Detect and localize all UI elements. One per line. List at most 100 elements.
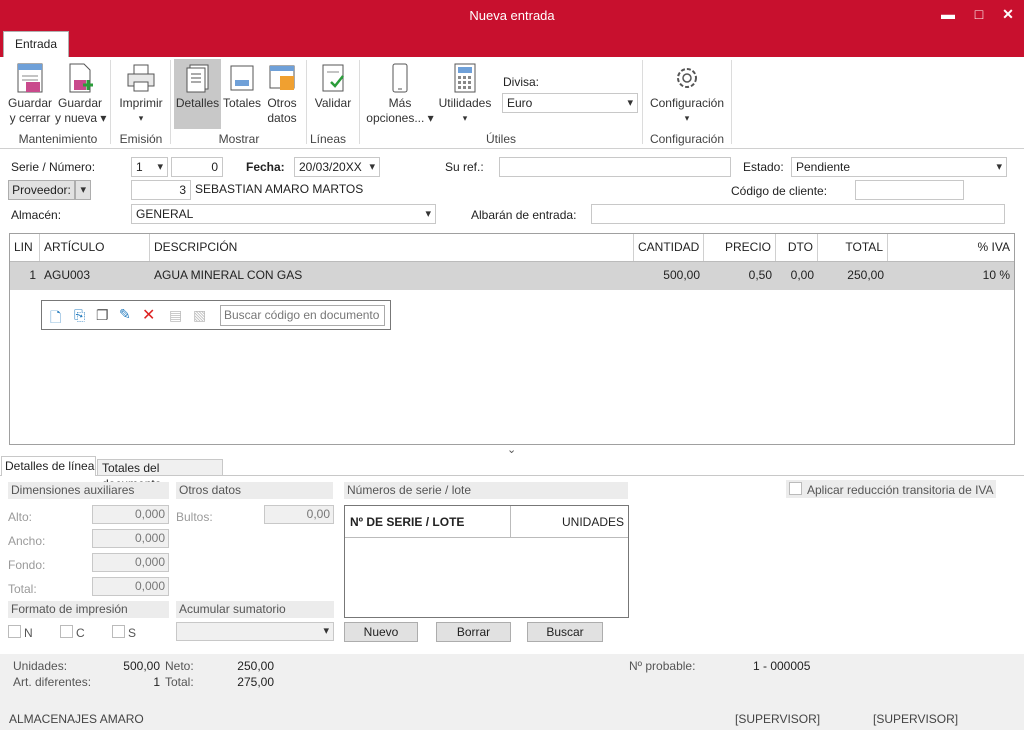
col-header-descripcion[interactable]: DESCRIPCIÓN	[150, 234, 634, 261]
delete-line-icon[interactable]: ✕	[142, 305, 155, 325]
albaran-field[interactable]	[591, 204, 1005, 224]
col-header-total[interactable]: TOTAL	[818, 234, 888, 261]
cell-descripcion: AGUA MINERAL CON GAS	[154, 268, 303, 282]
unidades-value: 500,00	[123, 659, 160, 673]
estado-select[interactable]: Pendiente	[791, 157, 1007, 177]
image-icon[interactable]: ▧	[193, 307, 206, 324]
cell-lin: 1	[29, 268, 36, 282]
tab-totales-documento[interactable]: Totales del documento	[97, 459, 223, 491]
cell-iva: 10 %	[982, 268, 1010, 282]
chevron-down-icon[interactable]: ⌄	[507, 443, 516, 456]
borrar-button[interactable]: Borrar	[436, 622, 511, 642]
group-mantenimiento: Mantenimiento	[18, 132, 98, 146]
tab-entrada[interactable]: Entrada	[3, 31, 69, 57]
neto-value: 250,00	[237, 659, 274, 673]
series-col-header[interactable]: Nº DE SERIE / LOTE	[345, 506, 511, 538]
totales-button[interactable]: Totales	[221, 62, 263, 111]
formato-n-checkbox[interactable]	[8, 625, 21, 638]
proveedor-dropdown[interactable]	[75, 180, 91, 200]
detalles-button[interactable]: Detalles	[174, 59, 221, 129]
formato-title: Formato de impresión	[8, 601, 169, 618]
new-line-icon[interactable]: 🗋	[50, 307, 61, 331]
guardar-cerrar-button[interactable]: Guardar y cerrar	[6, 62, 54, 126]
divisa-label: Divisa:	[503, 75, 540, 89]
acumular-select[interactable]	[176, 622, 334, 641]
alto-field[interactable]: 0,000	[92, 505, 169, 524]
cell-total: 250,00	[847, 268, 884, 282]
total-dim-field[interactable]: 0,000	[92, 577, 169, 596]
printer-icon	[127, 64, 155, 92]
validar-button[interactable]: Validar	[312, 62, 354, 111]
insert-line-icon[interactable]: ⎘	[74, 307, 85, 324]
art-diferentes-value: 1	[153, 675, 160, 689]
formato-c-checkbox[interactable]	[60, 625, 73, 638]
save-close-icon	[17, 63, 43, 93]
iva-reduccion-label: Aplicar reducción transitoria de IVA	[807, 483, 994, 497]
formato-s-checkbox[interactable]	[112, 625, 125, 638]
fondo-field[interactable]: 0,000	[92, 553, 169, 572]
minimize-button[interactable]: ▬	[937, 4, 959, 24]
validate-icon	[322, 64, 344, 92]
col-header-precio[interactable]: PRECIO	[704, 234, 776, 261]
gear-icon	[677, 68, 697, 88]
serie-label: Serie / Número:	[11, 160, 96, 174]
albaran-label: Albarán de entrada:	[471, 208, 577, 222]
configuracion-label: Configuración	[649, 96, 725, 110]
configuracion-button[interactable]: Configuración ▾	[648, 62, 726, 126]
bultos-field[interactable]: 0,00	[264, 505, 334, 524]
col-header-iva[interactable]: % IVA	[888, 234, 1014, 261]
divisa-select[interactable]: Euro	[502, 93, 638, 113]
unidades-label: Unidades:	[13, 659, 68, 673]
otros-datos-button[interactable]: Otros datos	[262, 62, 302, 126]
close-button[interactable]: ✕	[997, 4, 1019, 24]
copy-line-icon[interactable]: ❐	[96, 307, 109, 324]
total-dim-label: Total:	[8, 582, 37, 596]
user-status-2: [SUPERVISOR]	[873, 712, 959, 726]
ancho-label: Ancho:	[8, 534, 46, 548]
col-header-cantidad[interactable]: CANTIDAD	[634, 234, 704, 261]
col-header-dto[interactable]: DTO 1	[776, 234, 818, 280]
ancho-field[interactable]: 0,000	[92, 529, 169, 548]
serie-select[interactable]: 1	[131, 157, 168, 177]
total-value: 275,00	[237, 675, 274, 689]
imprimir-button[interactable]: Imprimir ▾	[116, 62, 166, 126]
guardar-cerrar-label: Guardar y cerrar	[7, 96, 53, 125]
search-code-input[interactable]: Buscar código en documento	[220, 305, 385, 326]
edit-line-icon[interactable]: ✎	[119, 306, 131, 323]
formato-c-label: C	[76, 626, 85, 640]
proveedor-button[interactable]: Proveedor:	[8, 180, 75, 200]
proveedor-code-field[interactable]: 3	[131, 180, 191, 200]
buscar-button[interactable]: Buscar	[527, 622, 603, 642]
total-label: Total:	[165, 675, 194, 689]
tab-detalles-linea[interactable]: Detalles de línea	[1, 456, 96, 476]
guardar-nueva-label: Guardar y nueva ▾	[55, 96, 107, 125]
col-header-lin[interactable]: LIN	[10, 234, 40, 261]
almacen-select[interactable]: GENERAL	[131, 204, 436, 224]
group-mostrar: Mostrar	[218, 132, 260, 146]
iva-reduccion-checkbox[interactable]	[789, 482, 802, 495]
document-icon[interactable]: ▤	[169, 307, 182, 324]
proveedor-name: SEBASTIAN AMARO MARTOS	[195, 182, 364, 196]
imprimir-label: Imprimir	[119, 96, 163, 110]
art-diferentes-label: Art. diferentes:	[13, 675, 92, 689]
group-emision: Emisión	[119, 132, 163, 146]
series-table: Nº DE SERIE / LOTE UNIDADES	[344, 505, 629, 618]
mas-opciones-button[interactable]: Más opciones... ▾	[364, 62, 436, 126]
user-status-1: [SUPERVISOR]	[735, 712, 821, 726]
col-header-articulo[interactable]: ARTÍCULO	[40, 234, 150, 261]
validar-label: Validar	[314, 96, 352, 110]
suref-field[interactable]	[499, 157, 731, 177]
company-name: ALMACENAJES AMARO	[9, 712, 144, 726]
fecha-field[interactable]: 20/03/20XX	[294, 157, 380, 177]
unidades-col-header[interactable]: UNIDADES	[511, 506, 628, 538]
codigo-cliente-field[interactable]	[855, 180, 964, 200]
maximize-button[interactable]: □	[968, 4, 990, 24]
nuevo-button[interactable]: Nuevo	[344, 622, 418, 642]
guardar-nueva-button[interactable]: Guardar y nueva ▾	[55, 62, 107, 126]
group-lineas: Líneas	[309, 132, 347, 146]
numero-field[interactable]: 0	[171, 157, 223, 177]
window-title: Nueva entrada	[469, 8, 555, 23]
utilidades-button[interactable]: Utilidades ▾	[436, 62, 494, 126]
cell-dto: 0,00	[790, 268, 814, 282]
estado-label: Estado:	[743, 160, 784, 174]
